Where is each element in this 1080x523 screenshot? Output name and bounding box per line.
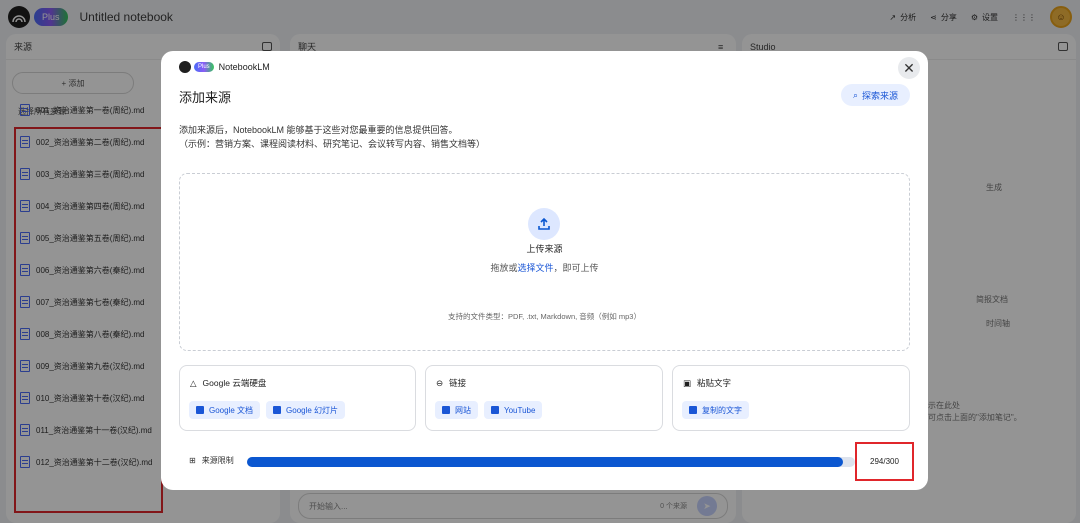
source-limit-count: 294/300 bbox=[855, 442, 914, 481]
google-drive-card: △ Google 云端硬盘 Google 文档 Google 幻灯片 bbox=[179, 365, 416, 431]
dialog-brand: Plus NotebookLM bbox=[179, 61, 270, 73]
upload-dropzone[interactable]: 上传来源 拖放或选择文件，即可上传 支持的文件类型：PDF, .txt, Mar… bbox=[179, 173, 910, 351]
link-icon: ⊖ bbox=[436, 377, 444, 388]
upload-title: 上传来源 bbox=[526, 244, 563, 254]
copied-text-button[interactable]: 复制的文字 bbox=[682, 401, 749, 419]
source-limit-label: 来源限制 bbox=[201, 456, 234, 465]
close-button[interactable]: ✕ bbox=[898, 57, 920, 79]
notebooklm-logo-icon bbox=[179, 61, 191, 73]
description-line-1: 添加来源后，NotebookLM 能够基于这些对您最重要的信息提供回答。 bbox=[179, 125, 458, 135]
youtube-icon bbox=[491, 406, 499, 414]
source-limit-progress-fill bbox=[247, 457, 843, 467]
explore-sources-label: 探索来源 bbox=[861, 90, 898, 101]
add-document-icon: ⊞ bbox=[189, 456, 196, 465]
copied-text-icon bbox=[689, 406, 697, 414]
dialog-brand-name: NotebookLM bbox=[218, 62, 270, 72]
dialog-description: 添加来源后，NotebookLM 能够基于这些对您最重要的信息提供回答。 （示例… bbox=[179, 123, 485, 151]
website-icon bbox=[442, 406, 450, 414]
explore-sources-button[interactable]: ⌕ 探索来源 bbox=[840, 84, 910, 106]
upload-sub-suffix: ，即可上传 bbox=[553, 263, 599, 273]
upload-icon[interactable] bbox=[528, 208, 560, 240]
add-source-dialog: Plus NotebookLM ✕ 添加来源 ⌕ 探索来源 添加来源后，Note… bbox=[161, 51, 928, 490]
google-docs-button[interactable]: Google 文档 bbox=[189, 401, 261, 419]
google-drive-title: Google 云端硬盘 bbox=[202, 378, 267, 388]
google-slides-label: Google 幻灯片 bbox=[286, 405, 339, 415]
drive-icon: △ bbox=[190, 377, 197, 388]
search-sparkle-icon: ⌕ bbox=[852, 89, 858, 100]
description-line-2: （示例：营销方案、课程阅读材料、研究笔记、会议转写内容、销售文档等） bbox=[179, 139, 486, 149]
website-label: 网站 bbox=[455, 405, 471, 415]
link-card: ⊖ 链接 网站 YouTube bbox=[425, 365, 663, 431]
google-slides-button[interactable]: Google 幻灯片 bbox=[266, 401, 346, 419]
paste-text-title: 粘贴文字 bbox=[697, 378, 732, 388]
copied-text-label: 复制的文字 bbox=[702, 405, 742, 415]
website-button[interactable]: 网站 bbox=[435, 401, 478, 419]
youtube-label: YouTube bbox=[504, 405, 536, 415]
google-docs-label: Google 文档 bbox=[209, 405, 254, 415]
supported-file-types: 支持的文件类型：PDF, .txt, Markdown, 音频（例如 mp3） bbox=[448, 312, 641, 321]
slides-icon bbox=[273, 406, 282, 414]
close-icon: ✕ bbox=[903, 59, 915, 76]
link-title: 链接 bbox=[449, 378, 467, 388]
clipboard-icon: ▣ bbox=[683, 377, 692, 388]
paste-text-card: ▣ 粘贴文字 复制的文字 bbox=[672, 365, 910, 431]
youtube-button[interactable]: YouTube bbox=[484, 401, 543, 419]
dialog-title: 添加来源 bbox=[179, 90, 232, 105]
upload-subtitle: 拖放或选择文件，即可上传 bbox=[180, 261, 909, 274]
choose-file-link[interactable]: 选择文件 bbox=[517, 263, 553, 273]
source-limit-progress bbox=[247, 457, 855, 467]
upload-sub-prefix: 拖放或 bbox=[490, 263, 518, 273]
dialog-plus-badge: Plus bbox=[194, 62, 214, 72]
source-limit: ⊞ 来源限制 bbox=[189, 455, 234, 466]
docs-icon bbox=[196, 406, 204, 414]
